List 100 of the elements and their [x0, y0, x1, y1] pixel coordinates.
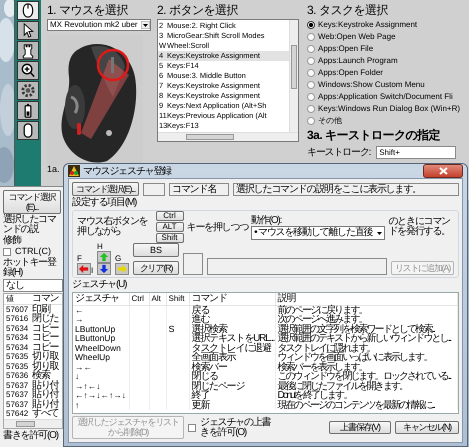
action-dropdown[interactable]: • マウスを移動して離した直後 [251, 226, 386, 240]
input-field[interactable] [183, 253, 203, 275]
radio-button[interactable] [307, 93, 315, 101]
field-label: ホットキー登録(H) [3, 258, 58, 278]
input-field[interactable] [207, 258, 387, 275]
table-cell: すべて [32, 409, 58, 419]
field-label: 動作(O): [251, 214, 282, 226]
table-cell: ←↑→↓←↑→↓ [73, 391, 129, 400]
zoom-in-icon [19, 62, 37, 79]
tool-button[interactable] [17, 121, 39, 140]
backspace-button[interactable]: BS [133, 243, 179, 257]
modifier-button[interactable]: Shift [156, 233, 184, 243]
tool-button[interactable] [17, 101, 39, 120]
table-cell: コピー [32, 324, 58, 334]
radio-button[interactable] [307, 117, 315, 125]
table-cell-text: 57616 [5, 314, 30, 324]
vertical-scrollbar[interactable] [289, 20, 298, 132]
table-cell-text: 57635 [5, 352, 30, 362]
hotkey-field[interactable]: なし [3, 278, 63, 292]
table-cell-text: 57634 [5, 342, 30, 352]
table-cell: 検索 [32, 371, 50, 381]
table-cell: 終了 [189, 391, 275, 400]
step-title: 1. マウスを選択 [47, 3, 128, 17]
column-header: コマンド [189, 293, 275, 305]
column-header: Alt [149, 293, 166, 305]
direction-label: H [97, 243, 104, 251]
option-label: Web:Open Web Page [318, 32, 396, 42]
close-icon [438, 167, 448, 175]
modifier-button[interactable]: ALT [156, 222, 184, 232]
table-cell: 現在のページのコンテンツを最新の情報に... [275, 400, 458, 410]
table-cell: 前のページに戻ります。 [275, 305, 458, 315]
command-name-field[interactable]: コマンド名 [169, 182, 230, 196]
option-label: Keys:Keystroke Assignment [318, 20, 418, 30]
table-cell: 最後に閉じたファイルを開きます。 [275, 382, 458, 391]
option-label: Apps:Open File [318, 44, 374, 54]
radio-button[interactable] [307, 21, 315, 29]
table-cell: 貼り付 [32, 390, 58, 400]
table-cell: 全画面表示 [189, 353, 275, 362]
table-cell-text: 57636 [5, 371, 30, 381]
table-cell-text: 57637 [5, 390, 30, 400]
column-header: 値 [5, 294, 14, 304]
table-cell: コピー [32, 333, 58, 343]
checkbox-label: 書きを許可(O) [3, 430, 60, 441]
table-cell-text: 57635 [5, 362, 30, 372]
table-cell: 検索バーを表示します。 [275, 362, 458, 372]
option-label: Keys:Windows Run Dialog Box (Win+R) [318, 104, 460, 114]
horizontal-scrollbar[interactable] [4, 418, 62, 428]
table-cell: WheelDown [73, 344, 129, 353]
gear-icon [19, 82, 37, 99]
group-label: 設定する項目(M) [72, 198, 138, 208]
tool-button[interactable] [17, 41, 39, 60]
radio-button[interactable] [307, 81, 315, 89]
tool-button[interactable] [17, 21, 39, 40]
window-title: マウスジェスチャ登録 [83, 166, 172, 176]
table-cell: ↑ [73, 400, 129, 410]
table-cell: WheelUp [73, 353, 129, 362]
column-header: ジェスチャ [73, 293, 129, 305]
option-label: その他 [318, 116, 342, 126]
cancel-button[interactable]: キャンセル(N) [395, 420, 459, 434]
caret-icon [141, 21, 150, 29]
table-cell: タスクトレイに隠れます。 [275, 344, 458, 353]
keystroke-field[interactable]: Shift+ [376, 146, 456, 160]
command-select-button[interactable]: コマンド選択(E)... [72, 182, 140, 196]
description-field[interactable]: 選択したコマンドの説明をここに表示します。 [233, 182, 459, 196]
radio-button[interactable] [307, 33, 315, 41]
table-cell: このウィンドウを閉じます。ロックされている... [275, 372, 458, 382]
table-cell: 戻る [189, 305, 275, 315]
save-button[interactable]: 上書保存(V) [329, 420, 391, 434]
tool-button[interactable] [17, 61, 39, 80]
radio-button[interactable] [307, 69, 315, 77]
table-cell: 閉じる [189, 372, 275, 382]
checkbox-label: ジェスチャの上書きを許可(O) [200, 418, 272, 438]
option-label: Apps:Launch Program [318, 56, 398, 66]
table-cell: ↓ [73, 372, 129, 382]
step-title: 3a. キーストロークの指定 [307, 129, 440, 142]
table-cell: 貼り付 [32, 380, 58, 390]
column-header: Shift [166, 293, 189, 305]
clear-button[interactable]: クリア(R) [133, 261, 179, 275]
input-field[interactable] [143, 182, 166, 196]
command-select-button[interactable]: コマンド選択(E)... [3, 190, 61, 214]
column-header: 説明 [275, 293, 458, 305]
radio-button[interactable] [307, 57, 315, 65]
column-header: Ctrl [129, 293, 149, 305]
table-cell-text: 57607 [5, 304, 30, 314]
device-dropdown[interactable]: MX Revolution mk2 uber [47, 19, 151, 31]
tool-button[interactable] [17, 81, 39, 100]
step-title: 3. タスクを選択 [307, 3, 388, 17]
checkbox[interactable] [188, 424, 196, 432]
tool-button[interactable] [17, 1, 39, 20]
option-label: Windows:Show Custom Menu [318, 80, 425, 90]
table-cell: S [166, 324, 189, 334]
horizontal-scrollbar[interactable] [158, 132, 298, 141]
checkbox[interactable] [3, 248, 11, 256]
close-button[interactable] [423, 164, 463, 178]
radio-button[interactable] [307, 45, 315, 53]
radio-button[interactable] [307, 105, 315, 113]
modifier-button[interactable]: Ctrl [156, 211, 184, 221]
group-label: ジェスチャ(U) [72, 280, 128, 290]
table-cell: 貼り付 [32, 400, 58, 410]
table-cell: LButtonUp [73, 324, 129, 334]
